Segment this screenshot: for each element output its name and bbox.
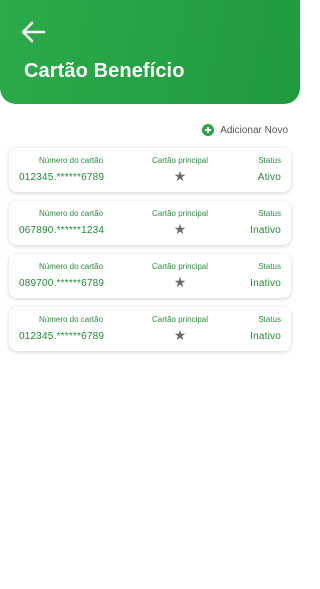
add-new-label: Adicionar Novo <box>220 124 288 136</box>
card-number-column: Número do cartão 067890.******1234 <box>19 201 129 245</box>
main-card-column: Cartão principal ★ <box>129 254 231 298</box>
page-title: Cartão Benefício <box>24 60 185 82</box>
card-number-label: Número do cartão <box>39 262 104 271</box>
card-item[interactable]: Número do cartão 012345.******6789 Cartã… <box>9 307 291 351</box>
main-card-label: Cartão principal <box>151 262 209 271</box>
card-number-column: Número do cartão 012345.******6789 <box>19 148 129 192</box>
main-card-label: Cartão principal <box>151 209 209 218</box>
star-icon[interactable]: ★ <box>174 275 187 289</box>
back-button[interactable] <box>20 20 46 44</box>
main-card-column: Cartão principal ★ <box>129 148 231 192</box>
status-label: Status <box>258 209 281 218</box>
star-icon[interactable]: ★ <box>174 328 187 342</box>
status-column: Status Inativo <box>221 201 281 245</box>
main-card-label: Cartão principal <box>151 156 209 165</box>
star-icon[interactable]: ★ <box>174 222 187 236</box>
arrow-left-icon <box>21 21 46 43</box>
status-value: Inativo <box>250 225 281 236</box>
card-number-label: Número do cartão <box>39 209 104 218</box>
status-value: Ativo <box>257 172 281 183</box>
main-card-label: Cartão principal <box>151 315 209 324</box>
status-column: Status Ativo <box>221 148 281 192</box>
main-card-column: Cartão principal ★ <box>129 307 231 351</box>
star-icon[interactable]: ★ <box>174 169 187 183</box>
card-number-value: 089700.******6789 <box>19 278 105 289</box>
status-label: Status <box>258 262 281 271</box>
card-number-value: 012345.******6789 <box>19 331 105 342</box>
app-header: Cartão Benefício <box>0 0 300 104</box>
status-column: Status Inativo <box>221 307 281 351</box>
card-item[interactable]: Número do cartão 067890.******1234 Cartã… <box>9 201 291 245</box>
card-number-label: Número do cartão <box>39 156 104 165</box>
add-new-button[interactable]: Adicionar Novo <box>202 124 288 136</box>
status-label: Status <box>258 156 281 165</box>
card-number-column: Número do cartão 089700.******6789 <box>19 254 129 298</box>
main-card-column: Cartão principal ★ <box>129 201 231 245</box>
card-number-label: Número do cartão <box>39 315 104 324</box>
status-column: Status Inativo <box>221 254 281 298</box>
status-value: Inativo <box>250 331 281 342</box>
card-number-value: 012345.******6789 <box>19 172 105 183</box>
card-item[interactable]: Número do cartão 089700.******6789 Cartã… <box>9 254 291 298</box>
status-value: Inativo <box>250 278 281 289</box>
card-number-value: 067890.******1234 <box>19 225 105 236</box>
card-item[interactable]: Número do cartão 012345.******6789 Cartã… <box>9 148 291 192</box>
card-list: Número do cartão 012345.******6789 Cartã… <box>9 148 291 360</box>
plus-circle-icon <box>202 124 215 136</box>
status-label: Status <box>258 315 281 324</box>
card-number-column: Número do cartão 012345.******6789 <box>19 307 129 351</box>
